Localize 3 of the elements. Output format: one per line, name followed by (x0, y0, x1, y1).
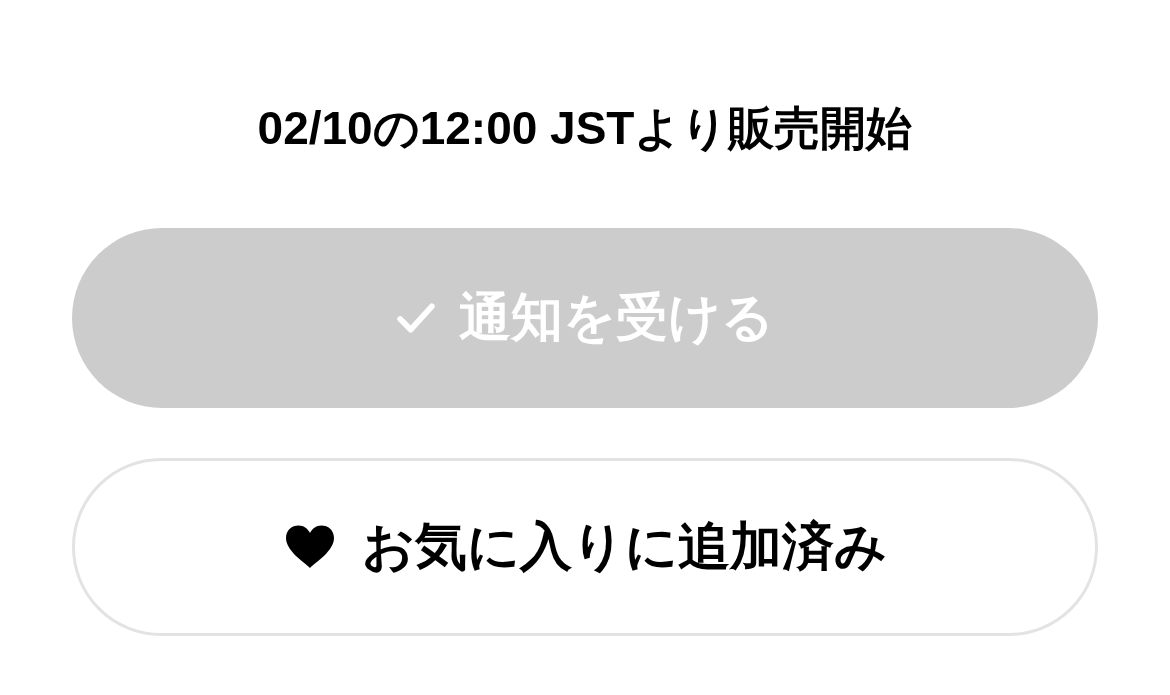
checkmark-icon (396, 303, 435, 333)
sale-start-text: 02/10の12:00 JSTより販売開始 (257, 101, 913, 156)
favorite-button[interactable]: お気に入りに追加済み (72, 458, 1098, 636)
